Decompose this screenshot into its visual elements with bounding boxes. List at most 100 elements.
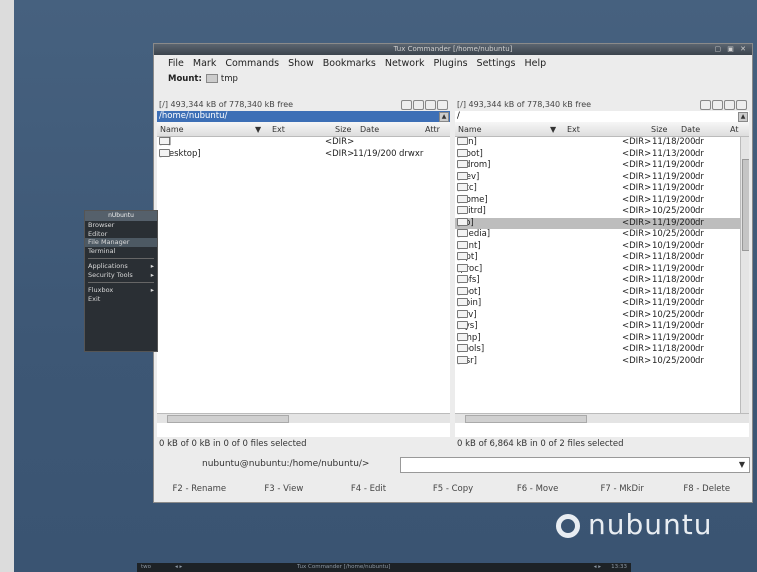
right-col-attr[interactable]: At — [730, 125, 738, 134]
menu-item[interactable]: Terminal — [85, 247, 157, 256]
right-col-name[interactable]: Name — [458, 125, 482, 134]
menu-item[interactable]: Fluxbox ▸ — [85, 286, 157, 295]
mount-drive-button[interactable]: tmp — [221, 74, 238, 84]
file-size: <DIR> — [325, 148, 355, 159]
file-date: 11/18/200 — [652, 275, 696, 285]
left-history-button[interactable]: ▲ — [439, 112, 449, 122]
table-row[interactable]: [sys] <DIR>11/19/200dr — [455, 321, 749, 333]
menu-settings[interactable]: Settings — [477, 58, 516, 69]
left-col-attr[interactable]: Attr — [425, 125, 440, 134]
folder-icon — [457, 137, 468, 145]
table-row[interactable]: [boot] <DIR> 11/13/200 dr — [455, 148, 749, 161]
table-row[interactable]: [..] <DIR> — [157, 137, 450, 149]
left-col-size[interactable]: Size — [335, 125, 351, 134]
left-hscrollbar[interactable] — [157, 413, 450, 423]
right-status: 0 kB of 6,864 kB in 0 of 2 files selecte… — [457, 439, 624, 449]
fkey-button[interactable]: F7 - MkDir — [580, 481, 665, 498]
menu-item[interactable]: File Manager — [85, 238, 157, 247]
table-row[interactable]: [dev] <DIR> 11/19/200 dr — [455, 171, 749, 184]
menu-network[interactable]: Network — [385, 58, 425, 69]
file-name: [opt] — [457, 252, 478, 264]
window-buttons[interactable]: ▢ ▣ ✕ — [714, 44, 748, 55]
table-row[interactable]: [usr] <DIR>10/25/200dr — [455, 355, 749, 368]
fkey-button[interactable]: F4 - Edit — [326, 481, 411, 498]
right-col-size[interactable]: Size — [651, 125, 667, 134]
command-input[interactable]: ▼ — [400, 457, 750, 473]
file-size: <DIR> — [622, 355, 652, 366]
window-title: Tux Commander [/home/nubuntu] — [393, 45, 513, 53]
right-hscrollbar[interactable] — [455, 413, 749, 423]
menu-item[interactable]: Exit — [85, 295, 157, 304]
left-col-name[interactable]: Name — [160, 125, 184, 134]
table-row[interactable]: [sbin] <DIR> 11/19/200 dr — [455, 298, 749, 310]
file-name: [root] — [457, 286, 481, 299]
table-row[interactable]: [etc] <DIR>11/19/200dr — [455, 183, 749, 195]
table-row[interactable]: [cdrom] <DIR> 11/19/200 dr — [455, 160, 749, 172]
command-history-dropdown[interactable]: ▼ — [736, 459, 748, 471]
left-col-ext[interactable]: Ext — [272, 125, 285, 134]
menu-mark[interactable]: Mark — [193, 58, 216, 69]
taskbar-window-title[interactable]: Tux Commander [/home/nubuntu] — [297, 563, 390, 572]
table-row[interactable]: [tmp] <DIR> 11/19/200 dr — [455, 332, 749, 345]
menu-item[interactable]: Security Tools ▸ — [85, 271, 157, 280]
file-size: <DIR> — [622, 171, 652, 182]
nubuntu-logo-icon — [556, 514, 580, 538]
table-row[interactable]: [media] <DIR> 10/25/200 dr — [455, 229, 749, 241]
menu-plugins[interactable]: Plugins — [434, 58, 468, 69]
tux-commander-window: Tux Commander [/home/nubuntu] ▢ ▣ ✕ File… — [153, 43, 753, 503]
file-date: 11/19/200 — [652, 263, 696, 274]
table-row[interactable]: [rofs] <DIR> 11/18/200 dr — [455, 275, 749, 287]
left-col-date[interactable]: Date — [360, 125, 379, 134]
table-row[interactable]: [mnt] <DIR> 10/19/200 dr — [455, 240, 749, 253]
fkey-button[interactable]: F6 - Move — [495, 481, 580, 498]
left-path[interactable]: /home/nubuntu/ ▲ — [157, 111, 450, 122]
table-row[interactable]: [bin] <DIR>11/18/200dr — [455, 137, 749, 149]
left-status: 0 kB of 0 kB in 0 of 0 files selected — [159, 439, 307, 449]
table-row[interactable]: [opt] <DIR>11/18/200dr — [455, 252, 749, 264]
file-name: [mnt] — [457, 240, 481, 253]
workspace-name[interactable]: two — [141, 563, 151, 572]
fkey-button[interactable]: F5 - Copy — [411, 481, 496, 498]
file-name: [initrd] — [457, 206, 486, 218]
right-vscrollbar[interactable] — [740, 137, 749, 413]
file-date: 10/25/200 — [652, 309, 696, 320]
taskbar-nav[interactable]: ◂ ▸ — [594, 563, 601, 572]
workspace-arrows[interactable]: ◂ ▸ — [175, 563, 182, 572]
right-history-button[interactable]: ▲ — [738, 112, 748, 122]
menu-item[interactable]: Applications ▸ — [85, 262, 157, 271]
table-row[interactable]: [Desktop] <DIR> 11/19/200 drwxr — [157, 148, 450, 161]
menu-bookmarks[interactable]: Bookmarks — [323, 58, 376, 69]
fkey-button[interactable]: F3 - View — [242, 481, 327, 498]
table-row[interactable]: [srv] <DIR>10/25/200dr — [455, 309, 749, 322]
table-row[interactable]: [proc] <DIR> 11/19/200 dr — [455, 263, 749, 276]
command-prompt: nubuntu@nubuntu:/home/nubuntu/> — [202, 459, 370, 469]
fkey-button[interactable]: F8 - Delete — [664, 481, 749, 498]
right-column-headers: Name ▼ Ext Size Date At — [455, 122, 749, 137]
file-date: 11/19/200 — [652, 298, 696, 308]
table-row[interactable]: [lib] <DIR>11/19/200dr — [455, 217, 749, 229]
menu-item[interactable]: Editor — [85, 230, 157, 239]
file-date: 11/18/200 — [652, 252, 696, 262]
right-path[interactable]: / ▲ — [455, 111, 749, 122]
menu-item[interactable]: Browser — [85, 221, 157, 230]
fluxbox-root-menu: nUbuntu Browser Editor File Manager Termina… — [84, 210, 158, 352]
menu-file[interactable]: File — [168, 58, 184, 69]
folder-icon — [457, 321, 468, 329]
fkey-button[interactable]: F2 - Rename — [157, 481, 242, 498]
menu-help[interactable]: Help — [525, 58, 547, 69]
file-panels: [/] 493,344 kB of 778,340 kB free /home/… — [157, 99, 749, 437]
right-col-date[interactable]: Date — [681, 125, 700, 134]
table-row[interactable]: [root] <DIR> 11/18/200 dr — [455, 286, 749, 299]
table-row[interactable]: [tools] <DIR> 11/18/200 dr — [455, 344, 749, 356]
window-titlebar[interactable]: Tux Commander [/home/nubuntu] ▢ ▣ ✕ — [154, 44, 752, 55]
submenu-arrow-icon: ▸ — [150, 270, 154, 279]
folder-icon — [457, 194, 468, 203]
menu-commands[interactable]: Commands — [225, 58, 279, 69]
table-row[interactable]: [initrd] <DIR> 10/25/200 dr — [455, 206, 749, 218]
file-name: [usr] — [457, 355, 477, 368]
menu-show[interactable]: Show — [288, 58, 314, 69]
table-row[interactable]: [home] <DIR> 11/19/200 dr — [455, 194, 749, 207]
file-attr: dr — [695, 148, 704, 159]
right-col-ext[interactable]: Ext — [567, 125, 580, 134]
file-name: [sbin] — [457, 298, 481, 310]
